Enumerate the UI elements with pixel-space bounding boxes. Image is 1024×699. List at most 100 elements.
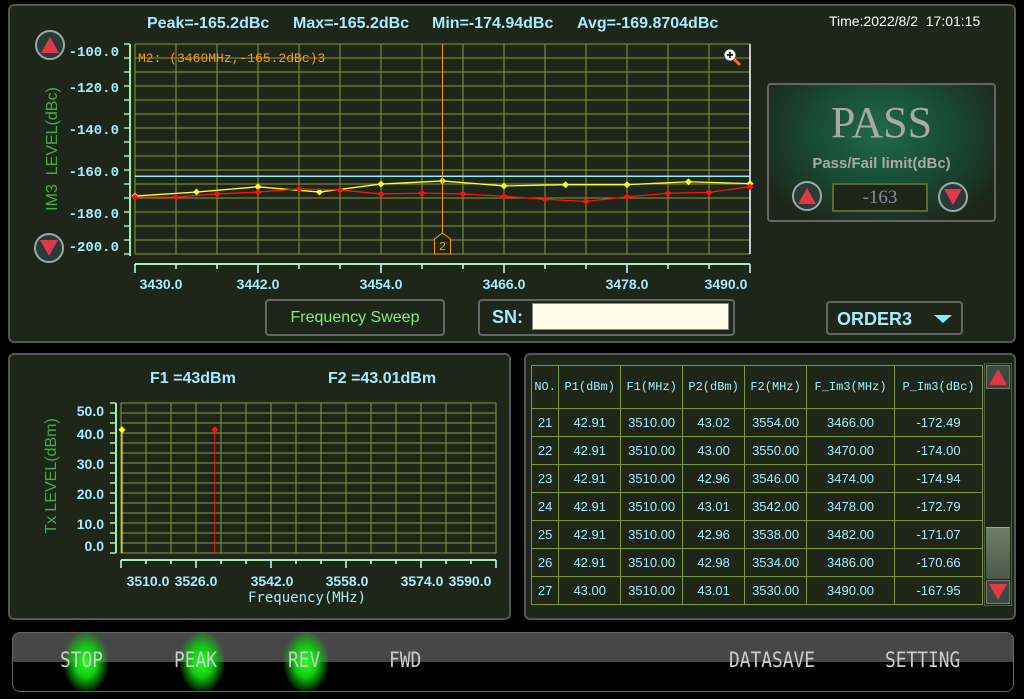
arrow-up-icon xyxy=(798,188,816,204)
table-row[interactable]: 23 42.91 3510.00 42.96 3546.00 3474.00 -174.94 xyxy=(530,464,983,493)
table-cell: -172.79 xyxy=(894,492,983,521)
table-cell: 43.01 xyxy=(682,492,746,521)
table-cell: -171.07 xyxy=(894,520,983,549)
table-cell: 3510.00 xyxy=(620,436,684,465)
table-row[interactable]: 27 43.00 3510.00 43.01 3530.00 3490.00 -167.95 xyxy=(530,576,983,605)
scroll-down-button[interactable] xyxy=(986,580,1010,604)
table-cell: 23 xyxy=(530,464,560,493)
table-row[interactable]: 21 42.91 3510.00 43.02 3554.00 3466.00 -172.49 xyxy=(530,408,983,437)
table-scrollbar[interactable] xyxy=(984,363,1012,606)
y-tick-label: 0.0 xyxy=(85,538,105,554)
y-tick-label: 50.0 xyxy=(77,403,104,419)
table-row[interactable]: 22 42.91 3510.00 43.00 3550.00 3470.00 -174.00 xyxy=(530,436,983,465)
x-tick-label: 3430.0 xyxy=(140,276,183,292)
table-cell: 42.96 xyxy=(682,464,746,493)
data-point xyxy=(418,189,426,197)
rev-button[interactable]: REV xyxy=(288,648,320,672)
data-point xyxy=(541,195,549,203)
x-tick-label: 3526.0 xyxy=(175,573,218,589)
column-header[interactable]: NO. xyxy=(530,365,560,409)
data-point xyxy=(705,188,713,196)
table-row[interactable]: 25 42.91 3510.00 42.96 3538.00 3482.00 -171.07 xyxy=(530,520,983,549)
table-cell: 3470.00 xyxy=(806,436,896,465)
data-point xyxy=(295,185,303,193)
table-cell: 21 xyxy=(530,408,560,437)
x-tick-label: 3510.0 xyxy=(127,573,170,589)
table-cell: 42.91 xyxy=(558,464,622,493)
table-cell: 3510.00 xyxy=(620,548,684,577)
column-header[interactable]: P_Im3(dBc) xyxy=(894,365,983,409)
data-point xyxy=(131,193,139,201)
limit-value-field[interactable]: -163 xyxy=(832,183,928,212)
table-row[interactable]: 24 42.91 3510.00 43.01 3542.00 3478.00 -172.79 xyxy=(530,492,983,521)
table-cell: 3486.00 xyxy=(806,548,896,577)
table-cell: 22 xyxy=(530,436,560,465)
table-cell: 3510.00 xyxy=(620,576,684,605)
zoom-icon[interactable] xyxy=(722,47,742,67)
data-point xyxy=(500,192,508,200)
limit-up-button[interactable] xyxy=(792,181,822,211)
table-cell: 42.91 xyxy=(558,520,622,549)
peak-button[interactable]: PEAK xyxy=(174,648,217,672)
x-tick-label: 3490.0 xyxy=(705,276,748,292)
y-tick-label: 20.0 xyxy=(77,486,104,502)
table-cell: 3490.00 xyxy=(806,576,896,605)
arrow-up-icon xyxy=(989,369,1007,385)
scroll-thumb[interactable] xyxy=(986,527,1010,579)
data-point xyxy=(254,188,262,196)
table-cell: 3478.00 xyxy=(806,492,896,521)
order-dropdown[interactable]: ORDER3 xyxy=(826,301,963,335)
table-cell: 42.98 xyxy=(682,548,746,577)
table-cell: 3530.00 xyxy=(744,576,808,605)
y-tick-label: 40.0 xyxy=(77,426,104,442)
arrow-down-icon xyxy=(989,584,1007,600)
x-tick-label: 3558.0 xyxy=(326,573,369,589)
data-point xyxy=(377,180,385,188)
pass-status: PASS xyxy=(830,98,933,147)
arrow-down-icon xyxy=(944,189,962,205)
column-header[interactable]: F1(MHz) xyxy=(620,365,684,409)
stop-button[interactable]: STOP xyxy=(60,648,103,672)
column-header[interactable]: F2(MHz) xyxy=(744,365,808,409)
sn-label: SN: xyxy=(492,307,523,327)
x-tick-label: 3454.0 xyxy=(360,276,403,292)
table-cell: 3510.00 xyxy=(620,492,684,521)
frequency-sweep-button[interactable]: Frequency Sweep xyxy=(265,299,445,336)
y-tick-label: 30.0 xyxy=(77,456,104,472)
data-point xyxy=(172,193,180,201)
data-point xyxy=(118,426,126,434)
scroll-up-button[interactable] xyxy=(986,365,1010,389)
table-cell: 3510.00 xyxy=(620,408,684,437)
column-header[interactable]: F_Im3(MHz) xyxy=(806,365,896,409)
table-cell: 3534.00 xyxy=(744,548,808,577)
table-cell: 43.00 xyxy=(682,436,746,465)
limit-label: Pass/Fail limit(dBc) xyxy=(812,155,951,172)
x-tick-label: 3574.0 xyxy=(401,573,444,589)
data-point xyxy=(193,188,200,196)
table-cell: -174.00 xyxy=(894,436,983,465)
table-cell: 3510.00 xyxy=(620,464,684,493)
x-tick-label: 3590.0 xyxy=(449,573,492,589)
table-cell: 42.91 xyxy=(558,408,622,437)
table-row[interactable]: 26 42.91 3510.00 42.98 3534.00 3486.00 -170.66 xyxy=(530,548,983,577)
tx-x-axis-label: Frequency(MHz) xyxy=(248,590,367,606)
sn-input[interactable] xyxy=(532,303,729,330)
setting-button[interactable]: SETTING xyxy=(885,648,960,672)
column-header[interactable]: P1(dBm) xyxy=(558,365,622,409)
datasave-button[interactable]: DATASAVE xyxy=(729,648,815,672)
limit-down-button[interactable] xyxy=(938,182,968,212)
y-tick-label: 10.0 xyxy=(77,516,104,532)
column-header[interactable]: P2(dBm) xyxy=(682,365,746,409)
data-point xyxy=(623,181,631,189)
data-point xyxy=(664,189,672,197)
table-cell: 27 xyxy=(530,576,560,605)
table-cell: 42.96 xyxy=(682,520,746,549)
data-point xyxy=(336,186,344,194)
table-cell: 42.91 xyxy=(558,492,622,521)
table-cell: 3482.00 xyxy=(806,520,896,549)
table-cell: 3474.00 xyxy=(806,464,896,493)
y-tick-label: -180.0 xyxy=(69,207,119,223)
toolbar xyxy=(12,632,1014,692)
fwd-button[interactable]: FWD xyxy=(389,648,421,672)
y-tick-label: -160.0 xyxy=(69,165,119,181)
